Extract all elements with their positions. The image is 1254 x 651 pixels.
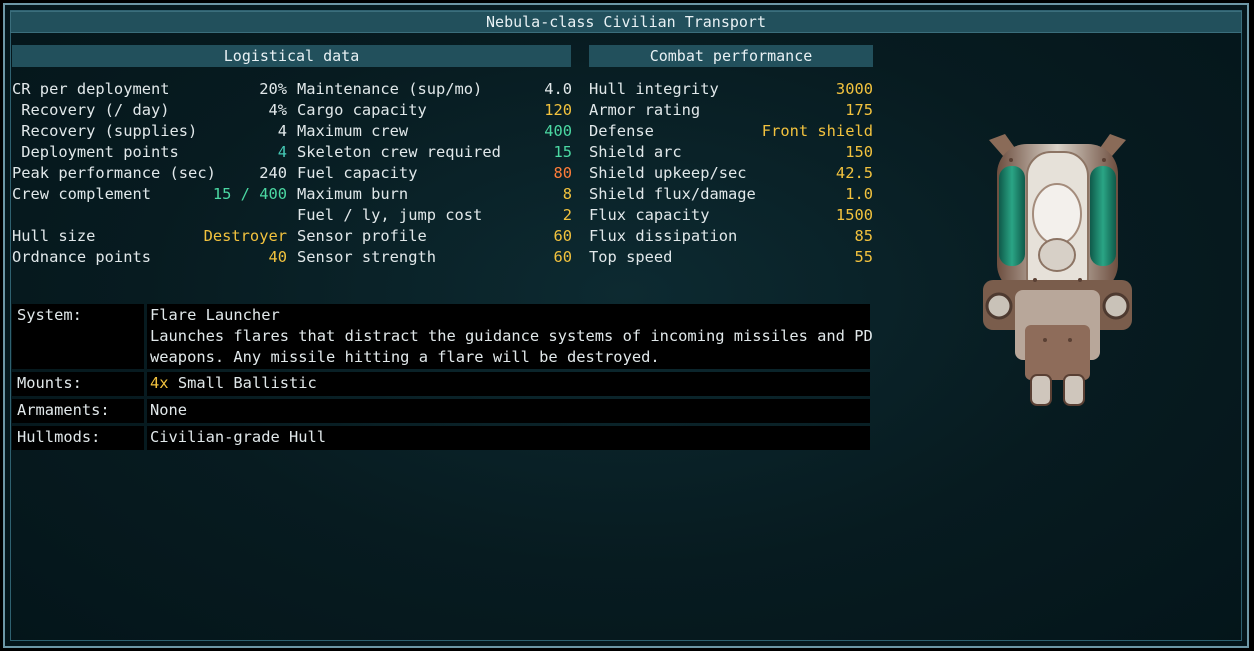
logistical-stat-row: Fuel / ly, jump cost 2 — [297, 205, 572, 226]
logistical-stat-value: 2 — [562, 206, 572, 224]
logistical-stat-row: Peak performance (sec) 240 — [12, 163, 287, 184]
system-label: System: — [17, 306, 82, 324]
combat-stat-label: Defense — [589, 122, 654, 140]
logistical-stat-label: Recovery (/ day) — [12, 101, 170, 119]
logistical-stat-label: Ordnance points — [12, 248, 151, 266]
combat-stat-value: Front shield — [761, 122, 873, 140]
combat-stat-label: Shield arc — [589, 143, 682, 161]
logistical-stat-value: 60 — [553, 227, 572, 245]
hullmods-label: Hullmods: — [17, 428, 101, 446]
combat-stat-row: Shield upkeep/sec 42.5 — [589, 163, 873, 184]
logistical-stat-label: Skeleton crew required — [297, 143, 501, 161]
logistical-stat-label: Fuel / ly, jump cost — [297, 206, 483, 224]
logistical-stat-value: 4% — [268, 101, 287, 119]
logistical-stat-row: Maintenance (sup/mo) 4.0 — [297, 79, 572, 100]
logistical-stat-value: 15 / 400 — [212, 185, 287, 203]
combat-stat-label: Hull integrity — [589, 80, 719, 98]
system-name: Flare Launcher — [150, 306, 280, 324]
system-row: System: Flare Launcher Launches flares t… — [12, 304, 873, 369]
logistical-stat-value: 80 — [553, 164, 572, 182]
logistical-stat-value: 4 — [277, 122, 287, 140]
logistical-stat-row: Hull size Destroyer — [12, 226, 287, 247]
combat-stat-row: Flux dissipation 85 — [589, 226, 873, 247]
combat-stat-label: Shield flux/damage — [589, 185, 756, 203]
mounts-count: 4x — [150, 374, 169, 392]
combat-stat-value: 3000 — [835, 80, 873, 98]
logistical-stat-label: Crew complement — [12, 185, 151, 203]
logistical-stat-row: Crew complement 15 / 400 — [12, 184, 287, 205]
logistical-stat-row: Skeleton crew required 15 — [297, 142, 572, 163]
logistical-stat-row: CR per deployment 20% — [12, 79, 287, 100]
logistical-stat-row: Recovery (/ day) 4% — [12, 100, 287, 121]
logistical-stat-value: 20% — [259, 80, 287, 98]
armaments-label: Armaments: — [17, 401, 110, 419]
combat-stat-value: 55 — [854, 248, 873, 266]
logistical-stat-label: Deployment points — [12, 143, 179, 161]
logistical-stat-value: 4 — [277, 143, 287, 161]
system-description-line-2: weapons. Any missile hitting a flare wil… — [150, 348, 660, 366]
combat-stat-label: Shield upkeep/sec — [589, 164, 747, 182]
combat-stat-value: 1.0 — [845, 185, 873, 203]
combat-stat-value: 85 — [854, 227, 873, 245]
combat-stat-label: Armor rating — [589, 101, 701, 119]
logistical-stat-row: Deployment points 4 — [12, 142, 287, 163]
combat-stat-row: Defense Front shield — [589, 121, 873, 142]
logistical-stat-label: Maintenance (sup/mo) — [297, 80, 483, 98]
logistical-stat-value: 40 — [268, 248, 287, 266]
combat-stat-label: Flux dissipation — [589, 227, 738, 245]
logistical-stat-row: Sensor strength 60 — [297, 247, 572, 268]
logistical-stat-value: Destroyer — [203, 227, 287, 245]
armaments-row: Armaments: None — [12, 399, 870, 423]
hullmods-row: Hullmods: Civilian-grade Hull — [12, 426, 870, 450]
logistical-stat-label: Sensor strength — [297, 248, 436, 266]
combat-stat-value: 150 — [845, 143, 873, 161]
logistical-header: Logistical data — [12, 45, 571, 67]
combat-stat-row: Shield flux/damage 1.0 — [589, 184, 873, 205]
logistical-stat-row: Maximum crew 400 — [297, 121, 572, 142]
combat-stat-row: Shield arc 150 — [589, 142, 873, 163]
logistical-stat-value: 4.0 — [544, 80, 572, 98]
logistical-stat-label: Recovery (supplies) — [12, 122, 198, 140]
logistical-stat-label: Maximum burn — [297, 185, 409, 203]
combat-stat-row: Hull integrity 3000 — [589, 79, 873, 100]
combat-header: Combat performance — [589, 45, 873, 67]
logistical-stat-label: Sensor profile — [297, 227, 427, 245]
logistical-stat-value: 120 — [544, 101, 572, 119]
logistical-stat-value: 15 — [553, 143, 572, 161]
logistical-stat-row: Maximum burn 8 — [297, 184, 572, 205]
logistical-stat-label: Hull size — [12, 227, 96, 245]
combat-stat-value: 175 — [845, 101, 873, 119]
logistical-stat-label: Peak performance (sec) — [12, 164, 216, 182]
mounts-type: Small Ballistic — [168, 374, 317, 392]
combat-stat-label: Flux capacity — [589, 206, 710, 224]
logistical-stat-label: Maximum crew — [297, 122, 409, 140]
mounts-label: Mounts: — [17, 374, 82, 392]
logistical-stat-row: Fuel capacity 80 — [297, 163, 572, 184]
logistical-stat-label: CR per deployment — [12, 80, 170, 98]
logistical-stat-row: Sensor profile 60 — [297, 226, 572, 247]
logistical-stat-label: Cargo capacity — [297, 101, 427, 119]
combat-stat-row: Armor rating 175 — [589, 100, 873, 121]
combat-stat-row: Flux capacity 1500 — [589, 205, 873, 226]
logistical-stat-value: 400 — [544, 122, 572, 140]
combat-stat-row: Top speed 55 — [589, 247, 873, 268]
logistical-stat-row: Ordnance points 40 — [12, 247, 287, 268]
combat-stat-label: Top speed — [589, 248, 673, 266]
ship-sprite-icon — [983, 134, 1132, 406]
system-description-line-1: Launches flares that distract the guidan… — [150, 327, 873, 345]
logistical-stat-row: Cargo capacity 120 — [297, 100, 572, 121]
logistical-stat-label: Fuel capacity — [297, 164, 418, 182]
armaments-value: None — [150, 401, 188, 419]
combat-stat-value: 42.5 — [835, 164, 873, 182]
mounts-row: Mounts: 4x Small Ballistic — [12, 372, 870, 396]
logistical-stat-value: 8 — [562, 185, 572, 203]
combat-stat-value: 1500 — [835, 206, 873, 224]
logistical-stat-value: 240 — [259, 164, 287, 182]
logistical-stat-row: Recovery (supplies) 4 — [12, 121, 287, 142]
ship-title: Nebula-class Civilian Transport — [10, 11, 1242, 33]
mounts-value: 4x Small Ballistic — [150, 373, 317, 394]
logistical-stat-value: 60 — [553, 248, 572, 266]
hullmods-value: Civilian-grade Hull — [150, 428, 327, 446]
